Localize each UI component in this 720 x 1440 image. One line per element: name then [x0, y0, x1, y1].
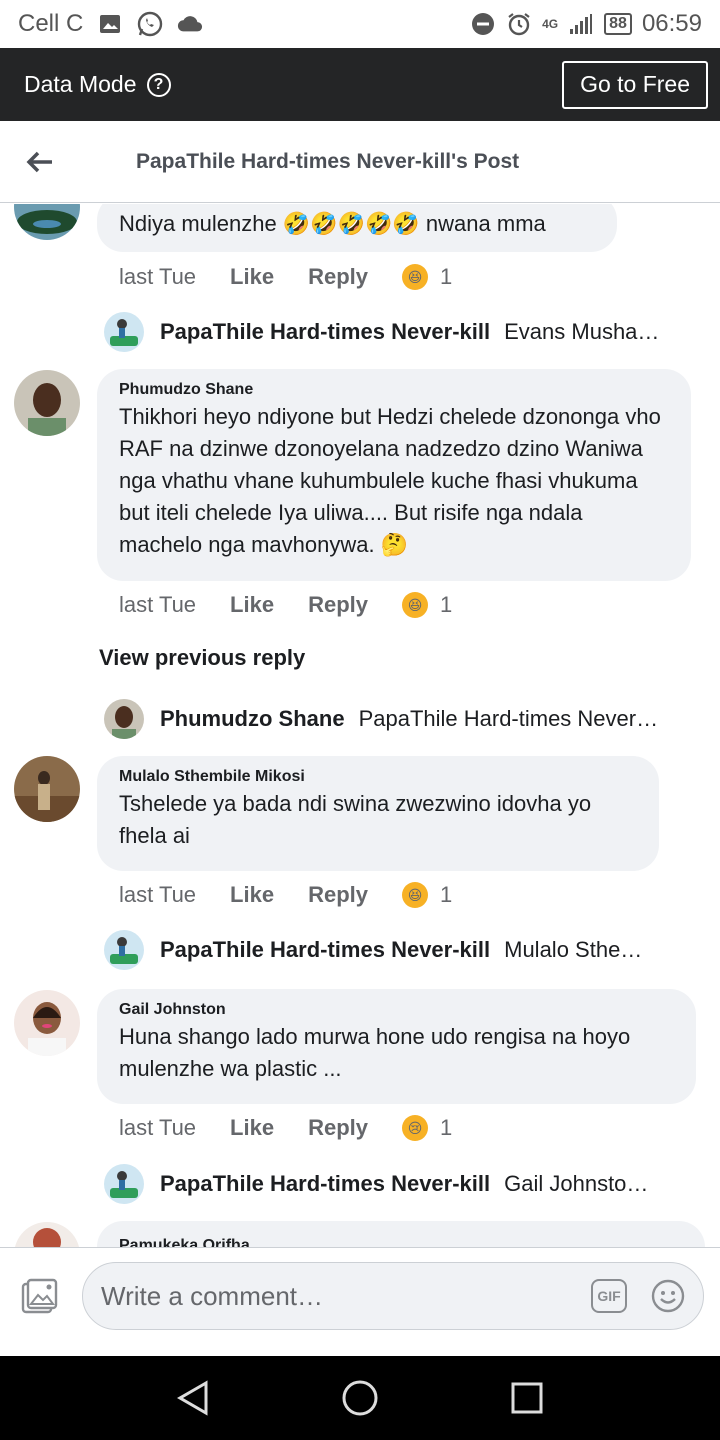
comment-time[interactable]: last Tue — [119, 882, 196, 908]
back-triangle-icon — [177, 1380, 208, 1416]
reply-author: PapaThile Hard-times Never-kill — [160, 937, 491, 962]
gif-button[interactable]: GIF — [591, 1279, 627, 1313]
comment-time[interactable]: last Tue — [119, 1115, 196, 1141]
reply-button[interactable]: Reply — [308, 882, 368, 908]
comment-actions: last Tue Like Reply 😆 1 — [119, 264, 452, 290]
signal-icon — [568, 11, 594, 37]
reply-button[interactable]: Reply — [308, 592, 368, 618]
comment-text: Tshelede ya bada ndi swina zwezwino idov… — [119, 791, 592, 848]
do-not-disturb-icon — [470, 11, 496, 37]
comment-text: Huna shango lado murwa hone udo rengisa … — [119, 1024, 631, 1081]
smiley-icon — [651, 1279, 685, 1313]
comment-bubble[interactable]: Gail Johnston Huna shango lado murwa hon… — [97, 989, 696, 1104]
view-previous-reply-link[interactable]: View previous reply — [99, 645, 305, 671]
alarm-icon — [506, 11, 532, 37]
reply-avatar — [104, 930, 144, 970]
like-button[interactable]: Like — [230, 592, 274, 618]
reply-snippet: Mulalo Sthe… — [504, 937, 643, 962]
avatar[interactable] — [14, 990, 80, 1056]
reply-author: Phumudzo Shane — [160, 706, 345, 731]
comment-feed[interactable]: Ndiya mulenzhe 🤣🤣🤣🤣🤣 nwana mma last Tue … — [0, 204, 720, 1247]
comment-bubble[interactable]: Pamukeka Orifha — [97, 1221, 705, 1247]
back-arrow-icon — [26, 151, 52, 172]
reply-button[interactable]: Reply — [308, 1115, 368, 1141]
carrier-label: Cell C — [18, 10, 84, 37]
back-nav-button[interactable] — [173, 1378, 213, 1418]
reply-author: PapaThile Hard-times Never-kill — [160, 319, 491, 344]
gallery-icon — [97, 11, 123, 37]
reaction-count[interactable]: 1 — [440, 882, 452, 908]
comment-time[interactable]: last Tue — [119, 592, 196, 618]
recents-square-icon — [511, 1382, 543, 1414]
like-button[interactable]: Like — [230, 1115, 274, 1141]
comment-bubble[interactable]: Mulalo Sthembile Mikosi Tshelede ya bada… — [97, 756, 659, 871]
clock: 06:59 — [641, 10, 702, 37]
comment-text: Ndiya mulenzhe 🤣🤣🤣🤣🤣 nwana mma — [119, 211, 546, 236]
laughing-reaction-icon[interactable]: 😆 — [402, 264, 428, 290]
comment-input[interactable]: Write a comment… GIF — [82, 1262, 704, 1330]
recents-nav-button[interactable] — [507, 1378, 547, 1418]
like-button[interactable]: Like — [230, 882, 274, 908]
help-icon[interactable]: ? — [146, 72, 171, 97]
whatsapp-icon — [137, 11, 163, 37]
like-button[interactable]: Like — [230, 264, 274, 290]
avatar[interactable] — [14, 204, 80, 240]
reply-snippet: PapaThile Hard-times Never… — [358, 706, 659, 731]
home-circle-icon — [342, 1380, 378, 1416]
avatar[interactable] — [14, 370, 80, 436]
reply-preview[interactable]: PapaThile Hard-times Never-kill Gail Joh… — [104, 1164, 690, 1204]
page-title: PapaThile Hard-times Never-kill's Post — [136, 149, 520, 173]
status-bar: Cell C 4G 88 06:59 — [0, 0, 720, 48]
comment-time[interactable]: last Tue — [119, 264, 196, 290]
reply-preview[interactable]: PapaThile Hard-times Never-kill Evans Mu… — [104, 312, 690, 352]
comment-actions: last Tue Like Reply 😢 1 — [119, 1115, 452, 1141]
network-type-label: 4G — [542, 17, 559, 31]
reply-preview[interactable]: PapaThile Hard-times Never-kill Mulalo S… — [104, 930, 690, 970]
comment-actions: last Tue Like Reply 😆 1 — [119, 882, 452, 908]
crying-reaction-icon[interactable]: 😢 — [402, 1115, 428, 1141]
avatar[interactable] — [14, 756, 80, 822]
comment-author[interactable]: Mulalo Sthembile Mikosi — [119, 768, 637, 786]
emoji-button[interactable] — [651, 1279, 685, 1313]
go-to-free-button[interactable]: Go to Free — [562, 60, 708, 109]
comment-composer: Write a comment… GIF — [0, 1247, 720, 1356]
comment-text: Thikhori heyo ndiyone but Hedzi chelede … — [119, 404, 661, 557]
back-button[interactable] — [0, 121, 80, 203]
reply-avatar — [104, 1164, 144, 1204]
laughing-reaction-icon[interactable]: 😆 — [402, 592, 428, 618]
comment-bubble[interactable]: Ndiya mulenzhe 🤣🤣🤣🤣🤣 nwana mma — [97, 204, 617, 252]
comment-actions: last Tue Like Reply 😆 1 — [119, 592, 452, 618]
comment-author[interactable]: Phumudzo Shane — [119, 381, 669, 399]
reply-avatar — [104, 312, 144, 352]
comment-input-placeholder: Write a comment… — [101, 1280, 324, 1311]
reply-avatar — [104, 699, 144, 739]
avatar[interactable] — [14, 1222, 80, 1247]
reaction-count[interactable]: 1 — [440, 1115, 452, 1141]
photo-button[interactable] — [20, 1278, 58, 1316]
battery-indicator: 88 — [604, 13, 632, 35]
data-mode-bar: Data Mode ? Go to Free — [0, 48, 720, 121]
comment-author[interactable]: Pamukeka Orifha — [119, 1237, 683, 1247]
laughing-reaction-icon[interactable]: 😆 — [402, 882, 428, 908]
post-header: PapaThile Hard-times Never-kill's Post — [0, 121, 720, 203]
photo-icon — [21, 1278, 58, 1314]
reaction-count[interactable]: 1 — [440, 592, 452, 618]
reply-preview[interactable]: Phumudzo Shane PapaThile Hard-times Neve… — [104, 699, 690, 739]
reply-button[interactable]: Reply — [308, 264, 368, 290]
home-nav-button[interactable] — [340, 1378, 380, 1418]
comment-author[interactable]: Gail Johnston — [119, 1001, 674, 1019]
comment-bubble[interactable]: Phumudzo Shane Thikhori heyo ndiyone but… — [97, 369, 691, 581]
system-nav-bar — [0, 1356, 720, 1440]
reply-snippet: Evans Musha… — [504, 319, 660, 344]
reaction-count[interactable]: 1 — [440, 264, 452, 290]
reply-snippet: Gail Johnsto… — [504, 1171, 649, 1196]
data-mode-label: Data Mode — [24, 71, 137, 97]
reply-author: PapaThile Hard-times Never-kill — [160, 1171, 491, 1196]
cloud-icon — [177, 11, 203, 37]
